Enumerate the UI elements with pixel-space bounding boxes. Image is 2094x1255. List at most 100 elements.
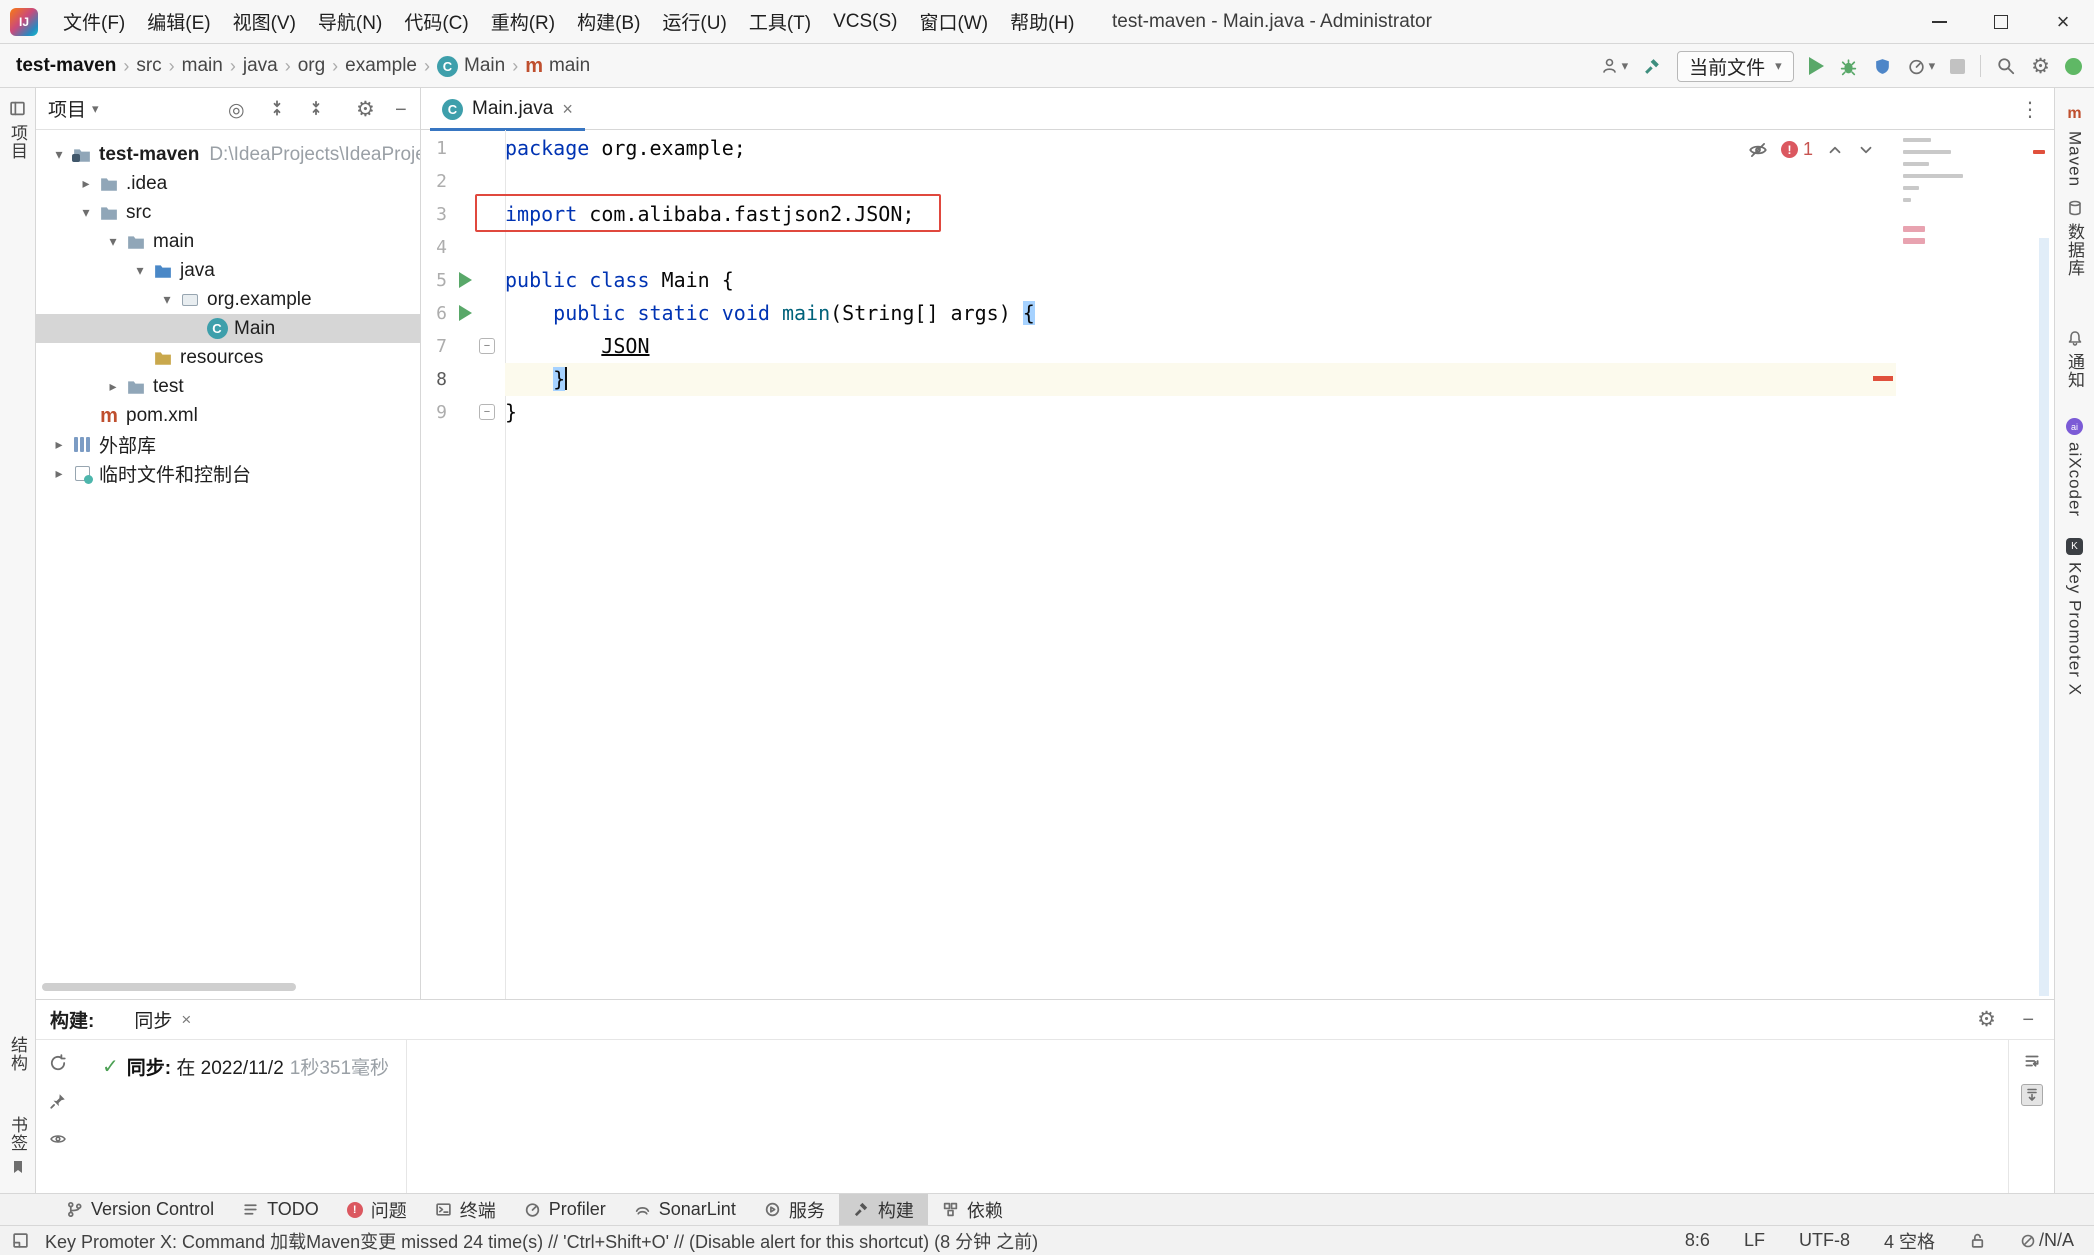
tree-item-main-class[interactable]: C Main	[36, 314, 420, 343]
tree-item-resources[interactable]: resources	[36, 343, 420, 372]
toolwindow-sonarlint[interactable]: SonarLint	[620, 1194, 750, 1225]
toolwindow-todo[interactable]: TODO	[228, 1194, 333, 1225]
menu-navigate[interactable]: 导航(N)	[307, 8, 393, 35]
close-tab-icon[interactable]: ×	[562, 99, 573, 120]
tree-item-root[interactable]: ▾ test-maven D:\IdeaProjects\IdeaProje	[36, 140, 420, 169]
minimize-button[interactable]	[1908, 0, 1970, 43]
error-count-badge[interactable]: ! 1	[1781, 139, 1813, 160]
menu-window[interactable]: 窗口(W)	[908, 8, 999, 35]
hide-panel-icon[interactable]: −	[395, 99, 407, 122]
project-panel-title[interactable]: 项目	[48, 95, 86, 122]
editor-minimap[interactable]	[1899, 138, 2049, 999]
menu-edit[interactable]: 编辑(E)	[136, 8, 221, 35]
menu-refactor[interactable]: 重构(R)	[480, 8, 566, 35]
tree-item-external-libraries[interactable]: ▸ 外部库	[36, 430, 420, 459]
tool-stripe-aixcoder[interactable]: ai aiXcoder	[2055, 418, 2094, 517]
toolwindow-problems[interactable]: ! 问题	[333, 1194, 421, 1225]
breadcrumb-example[interactable]: example	[345, 55, 417, 77]
menu-run[interactable]: 运行(U)	[651, 8, 737, 35]
tool-stripe-database[interactable]: 数据库	[2055, 200, 2094, 277]
tool-stripe-structure[interactable]: 结构	[0, 1036, 35, 1072]
tool-stripe-project[interactable]: 项目	[0, 100, 35, 160]
tree-item-scratches[interactable]: ▸ 临时文件和控制台	[36, 459, 420, 488]
chevron-down-icon[interactable]: ▾	[129, 262, 151, 279]
gear-icon[interactable]: ⚙	[356, 99, 375, 120]
menu-tools[interactable]: 工具(T)	[738, 8, 822, 35]
tab-main-java[interactable]: C Main.java ×	[430, 88, 585, 130]
breadcrumb-src[interactable]: src	[136, 55, 161, 77]
caret-position[interactable]: 8:6	[1685, 1230, 1710, 1251]
tree-item-java[interactable]: ▾ java	[36, 256, 420, 285]
search-everywhere-button[interactable]	[1996, 56, 2016, 76]
toolwindow-dependencies[interactable]: 依赖	[928, 1194, 1017, 1225]
toolwindow-profiler[interactable]: Profiler	[510, 1194, 620, 1225]
tree-item-pom[interactable]: m pom.xml	[36, 401, 420, 430]
profiler-button[interactable]: ▾	[1907, 57, 1936, 76]
scroll-to-end-button[interactable]	[2021, 1084, 2043, 1106]
menu-code[interactable]: 代码(C)	[393, 8, 479, 35]
breadcrumb-class-main[interactable]: Main	[464, 55, 505, 77]
chevron-down-icon[interactable]: ▾	[75, 204, 97, 221]
debug-button[interactable]	[1839, 57, 1858, 76]
expand-all-icon[interactable]	[268, 99, 286, 117]
menu-vcs[interactable]: VCS(S)	[822, 11, 908, 33]
tool-stripe-notifications[interactable]: 通知	[2055, 330, 2094, 389]
code-line-7[interactable]: JSON	[505, 330, 1896, 363]
build-hammer-button[interactable]	[1643, 57, 1662, 76]
plugin-status-icon[interactable]	[2065, 58, 2082, 75]
status-message[interactable]: Key Promoter X: Command 加载Maven变更 missed…	[45, 1228, 1038, 1254]
lock-icon[interactable]	[1969, 1232, 1986, 1249]
maximize-button[interactable]	[1970, 0, 2032, 43]
code-line-9[interactable]: }	[505, 396, 1896, 429]
tab-sync[interactable]: 同步 ×	[134, 1006, 191, 1033]
prev-error-icon[interactable]	[1826, 141, 1844, 159]
editor-body[interactable]: 1 2 3 4 5 6 7 8 9 − − package org.exampl…	[421, 130, 2054, 999]
run-configuration-select[interactable]: 当前文件 ▾	[1677, 51, 1794, 82]
toolwindow-version-control[interactable]: Version Control	[52, 1194, 228, 1225]
soft-wrap-icon[interactable]	[2023, 1052, 2041, 1070]
fold-end-icon[interactable]: −	[479, 404, 495, 420]
run-button[interactable]	[1809, 57, 1824, 75]
indent-setting[interactable]: 4 空格	[1884, 1228, 1935, 1254]
tree-item-test[interactable]: ▸ test	[36, 372, 420, 401]
code-line-5[interactable]: public class Main {	[505, 264, 1896, 297]
scrollbar-thumb[interactable]	[2039, 238, 2049, 996]
breadcrumb-java[interactable]: java	[243, 55, 278, 77]
chevron-right-icon[interactable]: ▸	[48, 436, 70, 453]
menu-file[interactable]: 文件(F)	[52, 8, 136, 35]
run-class-icon[interactable]	[459, 272, 472, 288]
horizontal-scrollbar[interactable]	[42, 983, 296, 991]
close-tab-icon[interactable]: ×	[181, 1010, 191, 1030]
code-line-4[interactable]	[505, 231, 1896, 264]
more-options-icon[interactable]: ⋮	[2020, 97, 2040, 122]
tool-stripe-keypromoter[interactable]: K Key Promoter X	[2055, 538, 2094, 696]
tool-window-switcher-icon[interactable]	[12, 1232, 29, 1249]
tree-item-src[interactable]: ▾ src	[36, 198, 420, 227]
refresh-icon[interactable]	[49, 1054, 67, 1072]
tool-stripe-bookmarks[interactable]: 书签	[0, 1116, 35, 1175]
gear-icon[interactable]: ⚙	[1977, 1009, 1996, 1030]
menu-help[interactable]: 帮助(H)	[999, 8, 1085, 35]
chevron-right-icon[interactable]: ▸	[102, 378, 124, 395]
chevron-down-icon[interactable]: ▾	[156, 291, 178, 308]
breadcrumb-org[interactable]: org	[298, 55, 325, 77]
toolwindow-terminal[interactable]: 终端	[421, 1194, 510, 1225]
plugin-status-widget[interactable]: /N/A	[2020, 1230, 2074, 1251]
breadcrumb-main-dir[interactable]: main	[182, 55, 223, 77]
tree-item-package[interactable]: ▾ org.example	[36, 285, 420, 314]
code-line-8-current[interactable]: }	[505, 363, 1896, 396]
chevron-right-icon[interactable]: ▸	[75, 175, 97, 192]
user-account-button[interactable]: ▾	[1600, 57, 1629, 75]
code-line-6[interactable]: public static void main(String[] args) {	[505, 297, 1896, 330]
tree-item-main[interactable]: ▾ main	[36, 227, 420, 256]
breadcrumb-method-main[interactable]: main	[549, 55, 590, 77]
next-error-icon[interactable]	[1857, 141, 1875, 159]
sync-status-row[interactable]: ✓ 同步: 在 2022/11/2 1秒351毫秒	[102, 1053, 402, 1080]
settings-button[interactable]: ⚙	[2031, 56, 2050, 77]
menu-view[interactable]: 视图(V)	[222, 8, 307, 35]
toolwindow-build[interactable]: 构建	[839, 1194, 928, 1225]
inspect-eye-icon[interactable]	[49, 1130, 67, 1148]
code-line-1[interactable]: package org.example;	[505, 132, 1896, 165]
file-encoding[interactable]: UTF-8	[1799, 1230, 1850, 1251]
menu-build[interactable]: 构建(B)	[566, 8, 651, 35]
